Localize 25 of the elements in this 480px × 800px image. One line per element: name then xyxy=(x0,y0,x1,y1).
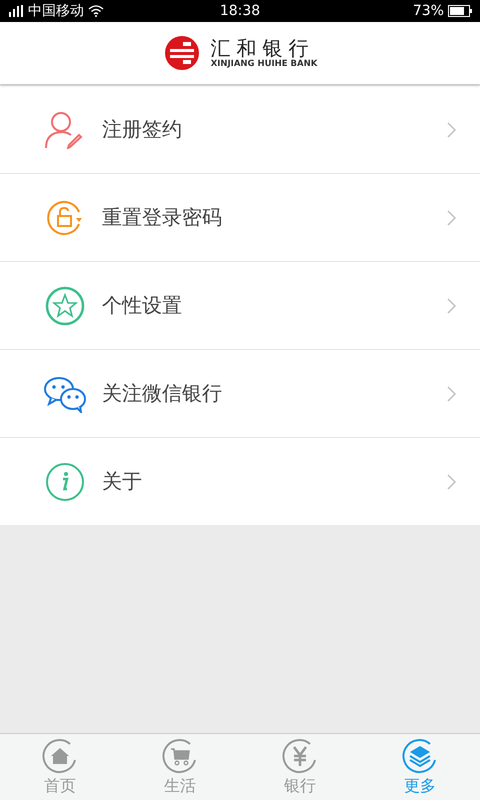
signal-icon xyxy=(8,5,24,17)
menu-item[interactable]: 关注微信银行 xyxy=(0,350,480,438)
chevron-right-icon xyxy=(447,122,456,138)
carrier-name: 中国移动 xyxy=(28,2,84,20)
layers-icon xyxy=(402,738,438,774)
battery-icon xyxy=(448,5,472,17)
home-icon xyxy=(42,738,78,774)
menu-item[interactable]: 重置登录密码 xyxy=(0,174,480,262)
chevron-right-icon xyxy=(447,474,456,490)
menu-item[interactable]: 个性设置 xyxy=(0,262,480,350)
clock-time: 18:38 xyxy=(220,3,260,19)
menu-item[interactable]: 关于 xyxy=(0,438,480,525)
wifi-icon xyxy=(88,5,104,17)
bank-name: 汇和银行 xyxy=(210,37,315,59)
chevron-right-icon xyxy=(447,386,456,402)
bank-logo-icon xyxy=(162,34,201,72)
yen-icon xyxy=(282,738,318,774)
cart-icon xyxy=(162,738,198,774)
battery-percent: 73% xyxy=(412,3,444,19)
info-icon xyxy=(45,462,85,502)
menu-item[interactable]: 注册签约 xyxy=(0,86,480,174)
chevron-right-icon xyxy=(447,298,456,314)
chevron-right-icon xyxy=(447,210,456,226)
chat-bubbles-icon xyxy=(43,374,87,412)
bank-subtitle: XINJIANG HUIHE BANK xyxy=(210,59,318,69)
